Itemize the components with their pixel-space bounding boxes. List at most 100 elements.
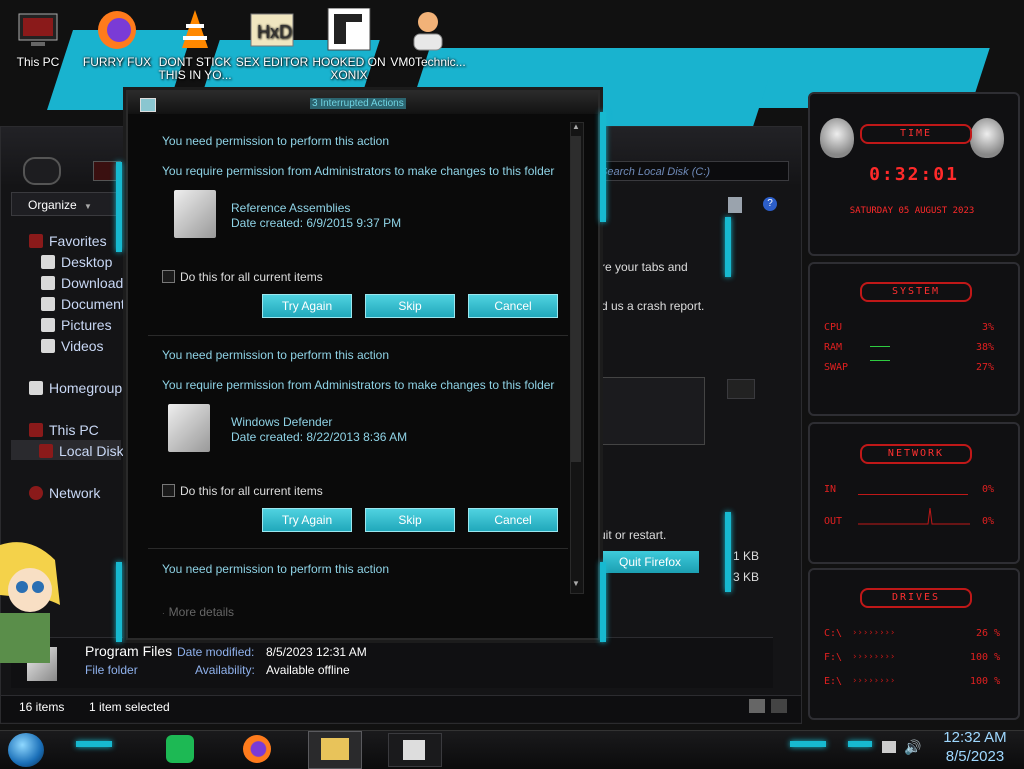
ram-graph <box>870 346 890 347</box>
desktop-icon-furry-fux[interactable]: FURRY FUX <box>79 8 155 69</box>
desktop-icon-sex-editor[interactable]: HxD SEX EDITOR <box>234 8 310 69</box>
homegroup-icon <box>29 381 43 395</box>
decor-bar <box>76 741 112 747</box>
cancel-button[interactable]: Cancel <box>468 294 558 318</box>
divider <box>148 548 568 549</box>
background-text: d us a crash report. <box>601 299 705 313</box>
nav-this-pc[interactable]: This PC <box>29 422 99 438</box>
view-pane-icon[interactable] <box>728 197 742 213</box>
try-again-button[interactable]: Try Again <box>262 294 352 318</box>
nav-label: Local Disk <box>59 443 124 459</box>
search-input[interactable]: Search Local Disk (C:) <box>595 161 789 181</box>
interrupted-actions-dialog[interactable]: 3 Interrupted Actions You need permissio… <box>116 90 606 642</box>
background-textarea <box>599 377 705 445</box>
organize-button[interactable]: Organize ▼ <box>11 192 119 216</box>
nav-homegroup[interactable]: Homegroup <box>29 380 122 396</box>
system-title: SYSTEM <box>860 282 972 302</box>
try-again-button[interactable]: Try Again <box>262 508 352 532</box>
background-text: re your tabs and <box>601 260 688 274</box>
desktop-folder-icon <box>41 255 55 269</box>
in-label: IN <box>824 484 837 495</box>
details-availability-label: Availability: <box>195 663 255 677</box>
details-date-value: 8/5/2023 12:31 AM <box>266 645 367 659</box>
entry-heading: You need permission to perform this acti… <box>162 134 390 148</box>
copy-dialog-icon <box>140 98 156 112</box>
drives-gadget: DRIVES C:\ ›››››››› 26 % F:\ ›››››››› 10… <box>808 568 1020 720</box>
desktop-icon-label: DONT STICK THIS IN YO... <box>158 55 232 82</box>
apply-all-checkbox[interactable] <box>162 270 175 283</box>
cpu-value: 3% <box>982 322 995 333</box>
start-button[interactable] <box>8 733 44 767</box>
nav-desktop[interactable]: Desktop <box>41 254 112 270</box>
swap-value: 27% <box>976 362 995 373</box>
videos-folder-icon <box>41 339 55 353</box>
folder-icon <box>168 404 210 452</box>
apply-all-label: Do this for all current items <box>180 484 323 498</box>
nav-videos[interactable]: Videos <box>41 338 104 354</box>
system-gadget: SYSTEM CPU 3% RAM 38% SWAP 27% <box>808 262 1020 416</box>
scroll-up-icon[interactable]: ▲ <box>570 122 582 134</box>
monitor-icon <box>15 8 61 52</box>
time-title: TIME <box>860 124 972 144</box>
app-taskbar-button[interactable] <box>388 733 442 767</box>
nav-label: This PC <box>49 422 99 438</box>
alien-head-icon <box>820 118 854 158</box>
drive-c-bar: ›››››››› <box>852 628 896 638</box>
drive-f-bar: ›››››››› <box>852 652 896 662</box>
network-icon <box>29 486 43 500</box>
details-availability-value: Available offline <box>266 663 350 677</box>
nav-documents[interactable]: Document <box>41 296 125 312</box>
dialog-title: 3 Interrupted Actions <box>310 98 406 109</box>
skip-button[interactable]: Skip <box>365 508 455 532</box>
details-view-icon[interactable] <box>749 699 765 713</box>
tray-time[interactable]: 12:32 AM <box>930 729 1020 746</box>
quit-firefox-button[interactable]: Quit Firefox <box>601 551 699 573</box>
decor-bar <box>725 217 731 277</box>
skip-button[interactable]: Skip <box>365 294 455 318</box>
star-icon <box>29 234 43 248</box>
apply-all-checkbox[interactable] <box>162 484 175 497</box>
desktop-icon-dont-stick[interactable]: DONT STICK THIS IN YO... <box>157 8 233 82</box>
nav-downloads[interactable]: Downloads <box>41 275 130 291</box>
nav-label: Network <box>49 485 101 501</box>
folder-icon <box>174 190 216 238</box>
in-graph <box>858 494 968 495</box>
decor-bar <box>790 741 826 747</box>
background-text: uit or restart. <box>599 528 667 542</box>
nav-network[interactable]: Network <box>29 485 100 501</box>
out-graph <box>858 507 970 525</box>
computer-icon <box>29 423 43 437</box>
drive-e-label: E:\ <box>824 676 843 687</box>
firefox-taskbar-icon[interactable] <box>243 735 271 763</box>
time-gadget: TIME 0:32:01 SATURDAY 05 AUGUST 2023 <box>808 92 1020 256</box>
cancel-button[interactable]: Cancel <box>468 508 558 532</box>
scroll-down-icon[interactable]: ▼ <box>570 579 582 591</box>
desktop-icon-label: HOOKED ON XONIX <box>312 55 386 82</box>
help-icon[interactable]: ? <box>763 197 777 211</box>
desktop-icon-this-pc[interactable]: This PC <box>0 8 76 69</box>
more-details-toggle[interactable]: · More details <box>162 605 234 619</box>
pictures-folder-icon <box>41 318 55 332</box>
swap-graph <box>870 360 890 361</box>
decor-bar <box>116 162 122 252</box>
nav-local-disk[interactable]: Local Disk <box>39 443 124 459</box>
tray-date[interactable]: 8/5/2023 <box>930 748 1020 765</box>
desktop-icon-hooked-on-xonix[interactable]: HOOKED ON XONIX <box>311 7 387 82</box>
downloads-folder-icon <box>41 276 55 290</box>
scroll-thumb[interactable] <box>571 136 581 462</box>
drive-e-bar: ›››››››› <box>852 676 896 686</box>
nav-pictures[interactable]: Pictures <box>41 317 112 333</box>
nav-favorites[interactable]: Favorites <box>29 233 107 249</box>
decor-bar <box>725 512 731 592</box>
folder-icon <box>321 738 349 760</box>
app-icon-green[interactable] <box>166 735 194 763</box>
file-explorer-taskbar-button[interactable] <box>308 731 362 769</box>
volume-icon[interactable]: 🔊 <box>904 739 921 756</box>
cartoon-character-decoration <box>0 542 60 663</box>
entry-message: You require permission from Administrato… <box>162 164 555 178</box>
network-tray-icon[interactable] <box>882 741 896 753</box>
tiles-view-icon[interactable] <box>771 699 787 713</box>
back-button[interactable] <box>23 157 61 185</box>
svg-text:HxD: HxD <box>257 22 292 42</box>
desktop-icon-vm0technic[interactable]: VM0Technic... <box>390 8 466 69</box>
